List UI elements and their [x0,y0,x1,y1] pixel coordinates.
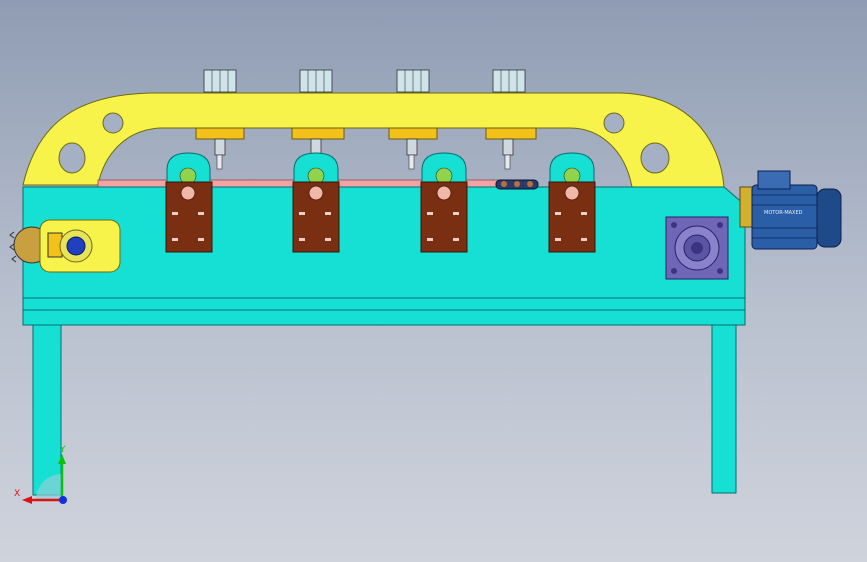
drive-motor[interactable]: MOTOR-MAXED [739,170,842,250]
left-leg[interactable] [32,322,62,496]
arch-hole-right-top [603,112,625,134]
frame-lower-rail[interactable] [22,297,746,311]
chain-segment[interactable] [495,179,539,190]
arch-hole-left-top [102,112,124,134]
cad-viewport[interactable]: MOTOR-MAXED Y X [0,0,867,562]
clamp-3[interactable] [420,152,468,253]
clamp-4[interactable] [548,152,596,253]
clamp-2[interactable] [292,152,340,253]
assembly-drawing[interactable]: MOTOR-MAXED Y X [0,0,867,562]
frame-base-plate[interactable] [22,309,746,326]
arch-hole-left-bottom [58,142,86,174]
right-leg[interactable] [711,322,737,494]
arch-hole-right-bottom [640,142,670,174]
triad-y-label: Y [59,445,66,455]
clamp-1[interactable] [165,152,213,253]
main-frame[interactable] [22,186,746,301]
right-flange-bearing[interactable] [665,216,729,280]
motor-nameplate: MOTOR-MAXED [764,210,803,216]
yellow-arch[interactable] [22,92,725,188]
left-gearbox[interactable] [39,219,121,273]
triad-x-label: X [14,489,20,499]
